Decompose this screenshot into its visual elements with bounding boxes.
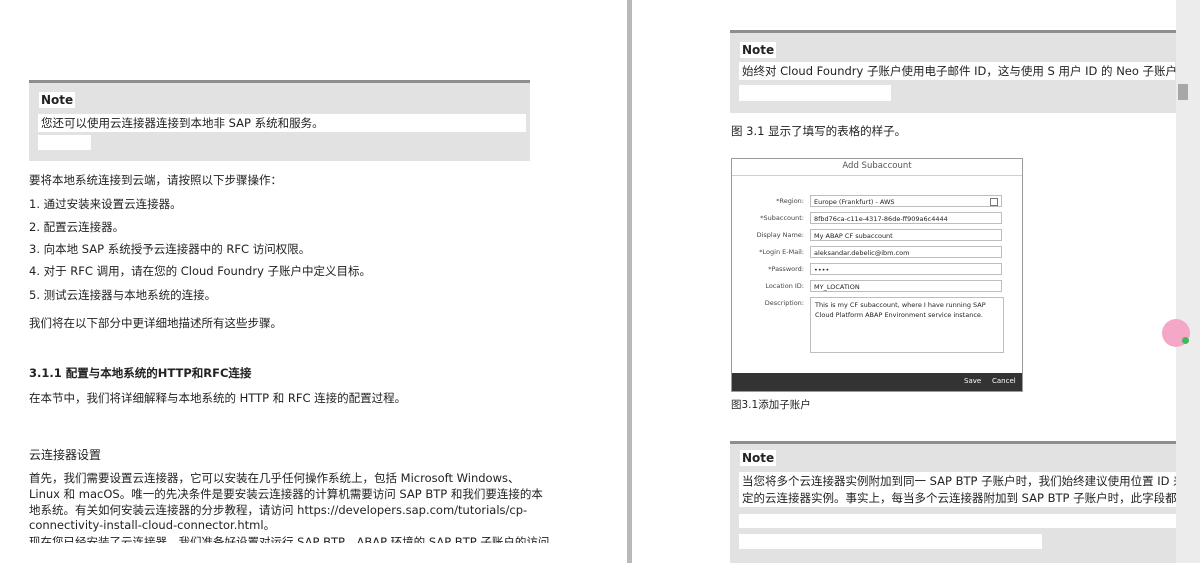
- subaccount-input[interactable]: 8fbd76ca-c11e-4317-86de-ff909a6c4444: [810, 212, 1002, 224]
- status-dot: [1182, 337, 1189, 344]
- copy-icon[interactable]: [990, 198, 998, 206]
- step-item: 2. 配置云连接器。: [29, 220, 125, 234]
- password-label: *Password:: [768, 265, 804, 273]
- region-label: *Region:: [776, 197, 804, 205]
- note-box: Note 当您将多个云连接器实例附加到同一 SAP BTP 子账户时，我们始终建…: [730, 441, 1176, 563]
- scrollbar-thumb[interactable]: [1178, 84, 1188, 100]
- subheading: 云连接器设置: [29, 448, 102, 462]
- step-item: 3. 向本地 SAP 系统授予云连接器中的 RFC 访问权限。: [29, 242, 311, 256]
- step-item: 4. 对于 RFC 调用，请在您的 Cloud Foundry 子账户中定义目标…: [29, 264, 372, 278]
- note-box: Note 您还可以使用云连接器连接到本地非 SAP 系统和服务。: [29, 80, 530, 161]
- note-blank-line: [38, 135, 91, 150]
- subaccount-label: *Subaccount:: [760, 214, 804, 222]
- location-id-label: Location ID:: [765, 282, 804, 290]
- left-page: Note 您还可以使用云连接器连接到本地非 SAP 系统和服务。 要将本地系统连…: [0, 0, 627, 563]
- intro-text: 要将本地系统连接到云端，请按照以下步骤操作：: [29, 173, 282, 187]
- step-item: 5. 测试云连接器与本地系统的连接。: [29, 288, 217, 302]
- paragraph-line: 现在您已经安装了云连接器，我们准备好设置对运行 SAP BTP，ABAP 环境的…: [29, 535, 550, 543]
- login-email-label: *Login E-Mail:: [759, 248, 804, 256]
- paragraph-line: 地系统。有关如何安装云连接器的分步教程，请访问 https://develope…: [29, 503, 528, 517]
- region-value: Europe (Frankfurt) - AWS: [814, 198, 895, 206]
- form-divider: [732, 175, 1022, 176]
- paragraph-line: 首先，我们需要设置云连接器，它可以安装在几乎任何操作系统上，包括 Microso…: [29, 471, 520, 485]
- section-heading: 3.1.1 配置与本地系统的HTTP和RFC连接: [29, 366, 252, 380]
- note-box: Note 始终对 Cloud Foundry 子账户使用电子邮件 ID，这与使用…: [730, 30, 1176, 113]
- figure-caption: 图3.1添加子账户: [731, 399, 811, 411]
- describe-all-text: 我们将在以下部分中更详细地描述所有这些步骤。: [29, 316, 282, 330]
- description-label: Description:: [764, 299, 804, 307]
- note-text: 定的云连接器实例。事实上，每当多个云连接器附加到 SAP BTP 子账户时，此字…: [739, 489, 1176, 507]
- section-intro: 在本节中，我们将详细解释与本地系统的 HTTP 和 RFC 连接的配置过程。: [29, 391, 407, 405]
- note-text: 当您将多个云连接器实例附加到同一 SAP BTP 子账户时，我们始终建议使用位置…: [739, 472, 1176, 490]
- login-email-input[interactable]: aleksandar.debelic@ibm.com: [810, 246, 1002, 258]
- display-name-label: Display Name:: [756, 231, 804, 239]
- paragraph-line: Linux 和 macOS。唯一的先决条件是要安装云连接器的计算机需要访问 SA…: [29, 487, 543, 501]
- display-name-input[interactable]: My ABAP CF subaccount: [810, 229, 1002, 241]
- note-title: Note: [740, 450, 777, 466]
- paragraph-line: connectivity-install-cloud-connector.htm…: [29, 518, 276, 532]
- note-blank-line: [739, 534, 1042, 549]
- note-blank-line: [739, 85, 891, 101]
- step-item: 1. 通过安装来设置云连接器。: [29, 197, 182, 211]
- password-input[interactable]: ••••: [810, 263, 1002, 275]
- add-subaccount-figure: Add Subaccount *Region: Europe (Frankfur…: [731, 158, 1023, 392]
- note-blank-line: [739, 514, 1176, 528]
- save-button[interactable]: Save: [964, 377, 981, 385]
- note-text: 您还可以使用云连接器连接到本地非 SAP 系统和服务。: [38, 114, 526, 132]
- cancel-button[interactable]: Cancel: [992, 377, 1016, 385]
- form-title: Add Subaccount: [842, 161, 912, 171]
- location-id-input[interactable]: MY_LOCATION: [810, 280, 1002, 292]
- description-textarea[interactable]: This is my CF subaccount, where I have r…: [810, 297, 1004, 353]
- figure-reference: 图 3.1 显示了填写的表格的样子。: [731, 124, 907, 138]
- form-footer: Save Cancel: [732, 373, 1022, 391]
- note-text: 始终对 Cloud Foundry 子账户使用电子邮件 ID，这与使用 S 用户…: [739, 62, 1176, 80]
- note-title: Note: [740, 42, 777, 58]
- note-title: Note: [39, 92, 76, 108]
- region-select[interactable]: Europe (Frankfurt) - AWS: [810, 195, 1002, 207]
